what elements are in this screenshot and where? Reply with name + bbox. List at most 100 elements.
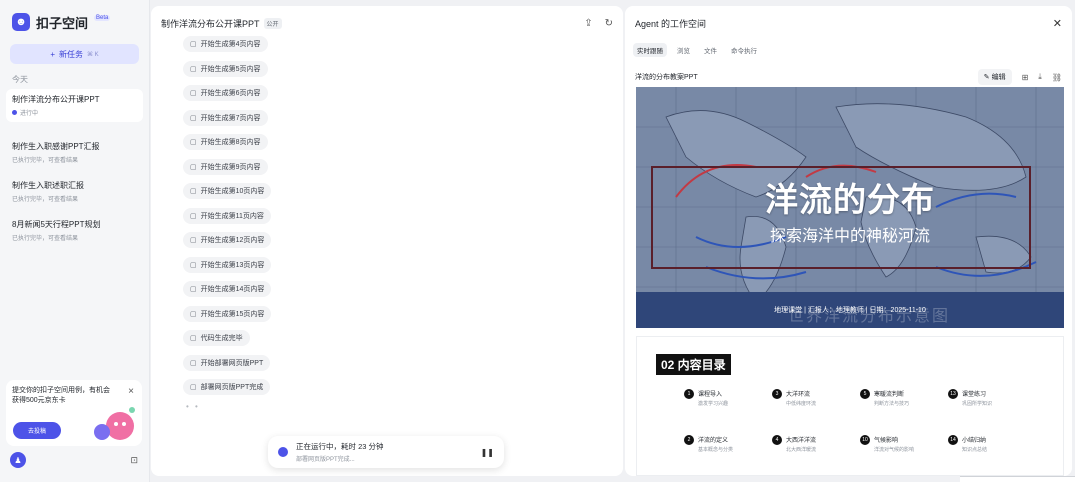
toc-title: 大洋环流 bbox=[786, 392, 811, 398]
step-item[interactable]: ▢ 开始生成第13页内容 bbox=[183, 256, 272, 273]
tab-commands[interactable]: 命令执行 bbox=[727, 43, 761, 57]
promo-submit-button[interactable]: 去投稿 bbox=[13, 422, 61, 439]
toc-desc: 判断方法与技巧 bbox=[874, 401, 910, 407]
present-icon[interactable]: ⊞ bbox=[1022, 73, 1029, 82]
workspace-header: Agent 的工作空间 ✕ bbox=[625, 6, 1072, 40]
step-item[interactable]: ▢ 开始生成第11页内容 bbox=[183, 207, 271, 224]
step-label: 开始生成第5页内容 bbox=[200, 65, 261, 73]
step-list: ▢ 开始生成第4页内容 ▢ 开始生成第5页内容 ▢ 开始生成第6页内容 ▢ 开始生成第7页内容… bbox=[183, 36, 272, 404]
step-icon: ▢ bbox=[190, 41, 197, 48]
slide-footer: 地理课堂 | 汇报人：地理教师 | 日期：2025-11-10 bbox=[774, 307, 926, 314]
step-item[interactable]: ▢ 开始生成第9页内容 bbox=[183, 158, 268, 175]
toc-grid: 1 课程导入 激发学习兴趣 3 大洋环流 中低纬度环流 5 寒暖流判断 判断方法与技巧 13 课堂练… bbox=[684, 389, 1024, 453]
step-item[interactable]: ▢ 开始生成第14页内容 bbox=[183, 281, 272, 297]
step-item[interactable]: ▢ 开始生成第5页内容 bbox=[183, 60, 268, 77]
step-label: 开始生成第11页内容 bbox=[200, 212, 264, 220]
step-item[interactable]: ▢ 开始生成第10页内容 bbox=[183, 183, 272, 199]
app-name: 扣子空间 bbox=[36, 15, 89, 31]
task-title: 8月新闻5天行程PPT规划 bbox=[12, 220, 101, 229]
new-task-button[interactable]: + 新任务 ⌘ K bbox=[10, 44, 139, 64]
run-status-bar: 正在运行中，耗时 23 分钟 部署网页版PPT完成... ❚❚ bbox=[268, 436, 504, 468]
edit-icon: ✎ bbox=[983, 74, 992, 81]
toc-item: 2 洋流的定义 基本概念与分类 bbox=[684, 435, 772, 453]
share-icon[interactable]: ⇪ bbox=[584, 18, 592, 29]
toc-desc: 知识点总结 bbox=[962, 447, 988, 453]
step-item[interactable]: ▢ 开始生成第4页内容 bbox=[183, 36, 268, 52]
avatar[interactable]: ♟ bbox=[10, 452, 26, 468]
toc-desc: 中低纬度环流 bbox=[786, 401, 817, 407]
slide-subtitle: 探索海洋中的神秘河流 bbox=[769, 228, 930, 245]
step-item[interactable]: ▢ 开始生成第6页内容 bbox=[183, 85, 268, 101]
promo-card: 提交你的扣子空间用例，有机会获得500元京东卡 × 去投稿 bbox=[6, 380, 142, 446]
chat-actions: ⇪ ↻ bbox=[584, 18, 613, 29]
toc-number: 10 bbox=[860, 435, 870, 445]
step-icon: ▢ bbox=[190, 384, 197, 391]
toc-title: 气候影响 bbox=[874, 438, 899, 444]
step-label: 代码生成完毕 bbox=[200, 335, 243, 342]
step-item[interactable]: ▢ 开始部署网页版PPT bbox=[183, 354, 271, 371]
task-status-text: 已执行完毕，可查看结果 bbox=[12, 197, 79, 203]
step-item[interactable]: ▢ 开始生成第8页内容 bbox=[183, 134, 268, 150]
task-item[interactable]: 制作生入职感谢PPT汇报 已执行完毕，可查看结果 bbox=[0, 136, 149, 169]
slide-toc: 02 内容目录 1 课程导入 激发学习兴趣 3 大洋环流 中低纬度环流 5 寒暖流判断 判断方法… bbox=[636, 336, 1064, 476]
plus-icon: + bbox=[50, 49, 55, 59]
tab-files[interactable]: 文件 bbox=[700, 43, 721, 57]
task-title: 制作洋流分布公开课PPT bbox=[12, 95, 100, 104]
step-label: 部署网页版PPT完成 bbox=[200, 384, 264, 391]
sidebar-footer: ♟ ⊡ bbox=[10, 452, 138, 468]
toc-number: 13 bbox=[948, 389, 958, 399]
step-label: 开始生成第13页内容 bbox=[200, 261, 265, 269]
toc-heading: 02 内容目录 bbox=[656, 354, 731, 375]
status-sub: 部署网页版PPT完成... bbox=[296, 457, 355, 463]
refresh-icon[interactable]: ↻ bbox=[605, 18, 613, 29]
step-icon: ▢ bbox=[190, 139, 197, 146]
toc-desc: 北大西洋暖流 bbox=[786, 447, 817, 453]
step-label: 开始生成第15页内容 bbox=[200, 310, 265, 318]
toc-number: 5 bbox=[860, 389, 870, 399]
chat-title: 制作洋流分布公开课PPT bbox=[161, 18, 260, 29]
task-title: 制作生入职感谢PPT汇报 bbox=[12, 142, 100, 151]
link-icon[interactable]: ⛓ bbox=[1052, 73, 1062, 82]
shortcut-hint: ⌘ K bbox=[87, 51, 99, 58]
toc-number: 14 bbox=[948, 435, 958, 445]
step-label: 开始生成第7页内容 bbox=[200, 114, 261, 122]
toc-desc: 基本概念与分类 bbox=[698, 447, 734, 453]
workspace-panel: Agent 的工作空间 ✕ 实时跟随 浏览 文件 命令执行 洋流的分布教案PPT… bbox=[625, 6, 1072, 476]
download-icon[interactable]: ⤓ bbox=[1038, 72, 1042, 82]
step-item[interactable]: ▢ 代码生成完毕 bbox=[183, 330, 250, 346]
status-main: 正在运行中，耗时 23 分钟 bbox=[296, 442, 384, 451]
visibility-tag: 公开 bbox=[263, 17, 282, 29]
step-item[interactable]: ▢ 开始生成第15页内容 bbox=[183, 305, 272, 322]
tab-browse[interactable]: 浏览 bbox=[673, 43, 694, 57]
toc-number: 1 bbox=[684, 389, 694, 399]
collapse-sidebar-icon[interactable]: ⊡ bbox=[130, 455, 138, 466]
step-item[interactable]: ▢ 开始生成第7页内容 bbox=[183, 109, 268, 126]
task-status-text: 进行中 bbox=[20, 111, 39, 117]
step-label: 开始生成第10页内容 bbox=[200, 188, 265, 195]
toc-item: 14 小结归纳知识点总结 bbox=[948, 435, 1036, 453]
taskbar-fragment bbox=[960, 476, 1075, 482]
toc-item: 10 气候影响 洋流对气候的影响 bbox=[860, 435, 948, 453]
step-item[interactable]: ▢ 部署网页版PPT完成 bbox=[183, 379, 271, 395]
slide-cover: 洋流的分布 探索海洋中的神秘河流 世界洋流分布示意图 地理课堂 | 汇报人：地理… bbox=[636, 87, 1064, 328]
pause-button[interactable]: ❚❚ bbox=[481, 448, 494, 457]
step-icon: ▢ bbox=[190, 90, 197, 97]
step-icon: ▢ bbox=[190, 163, 197, 171]
close-icon[interactable]: × bbox=[128, 386, 134, 397]
step-icon: ▢ bbox=[190, 335, 197, 342]
toc-title: 小结归纳 bbox=[962, 438, 987, 444]
toc-title: 课程导入 bbox=[698, 392, 723, 398]
file-actions: ✎ 编辑 ⊞ ⤓ ⛓ bbox=[977, 69, 1062, 85]
task-item[interactable]: 8月新闻5天行程PPT规划 已执行完毕，可查看结果 bbox=[0, 214, 149, 247]
tab-live-follow[interactable]: 实时跟随 bbox=[633, 43, 667, 57]
task-item[interactable]: 制作生入职述职汇报 已执行完毕，可查看结果 bbox=[0, 175, 149, 208]
step-item[interactable]: ▢ 开始生成第12页内容 bbox=[183, 232, 272, 248]
task-item-active[interactable]: 制作洋流分布公开课PPT 进行中 bbox=[6, 89, 143, 122]
toc-item: 5 寒暖流判断 判断方法与技巧 bbox=[860, 389, 948, 407]
close-icon[interactable]: ✕ bbox=[1053, 17, 1062, 30]
toc-item: 4 大西洋洋流 北大西洋暖流 bbox=[772, 435, 860, 453]
task-status: 进行中 bbox=[12, 108, 137, 117]
toc-number: 3 bbox=[772, 389, 782, 399]
edit-button[interactable]: ✎ 编辑 bbox=[977, 69, 1012, 85]
step-icon: ▢ bbox=[190, 237, 197, 244]
